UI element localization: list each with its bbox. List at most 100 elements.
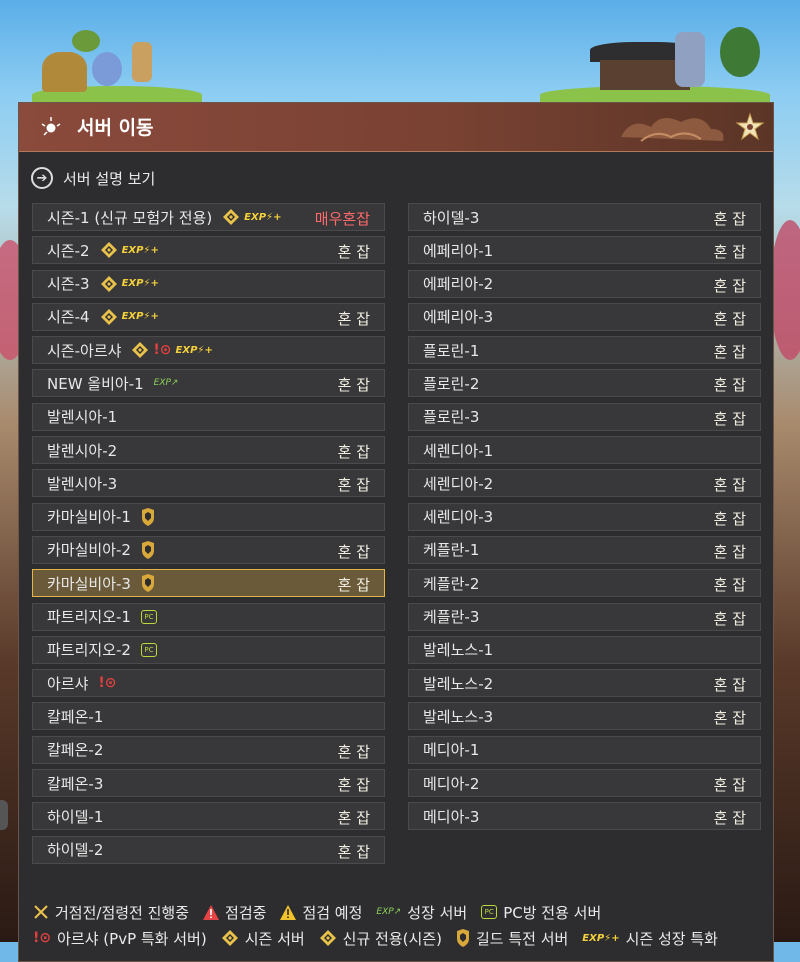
server-row[interactable]: 시즌-아르샤 !⊙ EXP⚡+ [32, 336, 385, 365]
server-row[interactable]: 카마실비아-3 혼 잡 [32, 569, 385, 598]
server-row[interactable]: 발레노스-3 혼 잡 [408, 702, 761, 731]
server-move-window: 서버 이동 ➔ 서버 설명 보기 시즌-1 (신규 모험가 전용) EXP⚡+ 매우… [18, 102, 774, 962]
server-status: 혼 잡 [713, 676, 746, 695]
server-row[interactable]: 칼페온-1 [32, 702, 385, 731]
server-name: 세렌디아-3 [423, 508, 494, 527]
server-name: 시즌-2 [47, 241, 90, 260]
server-row[interactable]: 하이델-2 혼 잡 [32, 835, 385, 864]
server-name: 하이델-3 [423, 208, 480, 227]
server-row[interactable]: 케플란-1 혼 잡 [408, 535, 761, 564]
server-name: 시즌-3 [47, 275, 90, 294]
server-row[interactable]: 발레노스-1 [408, 635, 761, 664]
server-row[interactable]: 케플란-2 혼 잡 [408, 569, 761, 598]
server-name: 카마실비아-3 [47, 574, 131, 593]
guild-icon [141, 507, 155, 526]
server-row[interactable]: 칼페온-3 혼 잡 [32, 769, 385, 798]
server-row[interactable]: 파트리지오-1 PC [32, 602, 385, 631]
server-name: 케플란-2 [423, 574, 480, 593]
server-status: 혼 잡 [337, 309, 370, 328]
server-name: 발렌시아-3 [47, 474, 118, 493]
server-status: 혼 잡 [713, 309, 746, 328]
server-row[interactable]: 시즌-3 EXP⚡+ [32, 269, 385, 298]
legend-label: 점검 예정 [302, 903, 363, 922]
server-row[interactable]: 발렌시아-3 혼 잡 [32, 469, 385, 498]
server-name: 발레노스-3 [423, 707, 494, 726]
emblem-icon[interactable] [735, 112, 765, 142]
exp-boost-icon: EXP⚡+ [175, 344, 213, 356]
tree-foliage [720, 27, 760, 77]
season-icon [100, 241, 118, 259]
server-row[interactable]: 메디아-2 혼 잡 [408, 769, 761, 798]
server-status: 혼 잡 [337, 376, 370, 395]
server-name: 칼페온-3 [47, 774, 104, 793]
server-row[interactable]: 세렌디아-1 [408, 436, 761, 465]
server-row[interactable]: 시즌-4 EXP⚡+ 혼 잡 [32, 302, 385, 331]
season-icon [131, 341, 149, 359]
server-row[interactable]: 에페리아-1 혼 잡 [408, 236, 761, 265]
server-name: 칼페온-2 [47, 741, 104, 760]
server-row[interactable]: 하이델-3 혼 잡 [408, 203, 761, 231]
server-info-link[interactable]: ➔ 서버 설명 보기 [31, 167, 155, 189]
character-mascot [92, 52, 122, 86]
legend-label: 아르샤 (PvP 특화 서버) [57, 929, 207, 948]
legend-item: EXP↗ 성장 서버 [376, 902, 467, 923]
legend-label: 시즌 성장 특화 [625, 929, 718, 948]
server-row[interactable]: 카마실비아-1 [32, 502, 385, 531]
server-row[interactable]: 아르샤 !⊙ [32, 669, 385, 698]
server-name: 에페리아-1 [423, 241, 494, 260]
server-row[interactable]: 케플란-3 혼 잡 [408, 602, 761, 631]
legend-item: 신규 전용(시즌) [319, 928, 442, 949]
server-row[interactable]: 플로린-1 혼 잡 [408, 336, 761, 365]
server-row[interactable]: 플로린-2 혼 잡 [408, 369, 761, 398]
server-row[interactable]: 메디아-3 혼 잡 [408, 802, 761, 831]
server-row[interactable]: 세렌디아-2 혼 잡 [408, 469, 761, 498]
server-status: 매우혼잡 [314, 210, 370, 228]
server-name: 발레노스-1 [423, 641, 494, 660]
pvp-icon: !⊙ [98, 675, 117, 692]
server-name: 파트리지오-2 [47, 641, 131, 660]
side-tab[interactable] [0, 800, 8, 830]
server-name: 플로린-1 [423, 341, 480, 360]
server-row[interactable]: NEW 올비아-1 EXP↗ 혼 잡 [32, 369, 385, 398]
legend-item: PC PC방 전용 서버 [481, 902, 601, 923]
server-status: 혼 잡 [713, 509, 746, 528]
server-row[interactable]: 플로린-3 혼 잡 [408, 402, 761, 431]
server-row[interactable]: 칼페온-2 혼 잡 [32, 735, 385, 764]
server-status: 혼 잡 [337, 776, 370, 795]
server-name: 파트리지오-1 [47, 608, 131, 627]
server-list-right: 하이델-3 혼 잡 에페리아-1 혼 잡 에페리아-2 혼 잡 에페리아-3 혼 잡 플로린-1… [408, 203, 761, 836]
legend-item: 시즌 서버 [221, 928, 305, 949]
server-name: 케플란-3 [423, 608, 480, 627]
server-row[interactable]: 세렌디아-3 혼 잡 [408, 502, 761, 531]
server-row[interactable]: 에페리아-3 혼 잡 [408, 302, 761, 331]
legend-item: 점검 예정 [280, 902, 362, 923]
server-status: 혼 잡 [713, 409, 746, 428]
server-name: 메디아-3 [423, 807, 480, 826]
server-status: 혼 잡 [713, 210, 746, 228]
server-name: 발렌시아-2 [47, 441, 118, 460]
server-name: 플로린-3 [423, 408, 480, 427]
server-name: NEW 올비아-1 [47, 374, 144, 393]
legend-item: EXP⚡+ 시즌 성장 특화 [582, 928, 718, 949]
server-row[interactable]: 발렌시아-2 혼 잡 [32, 436, 385, 465]
server-row[interactable]: 시즌-1 (신규 모험가 전용) EXP⚡+ 매우혼잡 [32, 203, 385, 231]
server-name: 에페리아-2 [423, 275, 494, 294]
server-icons: EXP⚡+ [100, 308, 159, 326]
server-row[interactable]: 메디아-1 [408, 735, 761, 764]
server-row[interactable]: 파트리지오-2 PC [32, 635, 385, 664]
server-row[interactable]: 발렌시아-1 [32, 402, 385, 431]
legend: 거점전/점령전 진행중 점검중 점검 예정 EXP↗ 성장 서버 PC PC방 전용 서버 … [33, 899, 726, 951]
server-name: 카마실비아-1 [47, 508, 131, 527]
server-row[interactable]: 카마실비아-2 혼 잡 [32, 535, 385, 564]
legend-label: PC방 전용 서버 [503, 903, 602, 922]
server-status: 혼 잡 [713, 376, 746, 395]
server-row[interactable]: 에페리아-2 혼 잡 [408, 269, 761, 298]
server-info-label: 서버 설명 보기 [63, 169, 156, 188]
server-row[interactable]: 하이델-1 혼 잡 [32, 802, 385, 831]
sparkle-icon [41, 117, 61, 136]
server-status: 혼 잡 [713, 809, 746, 828]
server-row[interactable]: 시즌-2 EXP⚡+ 혼 잡 [32, 236, 385, 265]
legend-label: 길드 특전 서버 [475, 929, 569, 948]
server-row[interactable]: 발레노스-2 혼 잡 [408, 669, 761, 698]
window-title: 서버 이동 [77, 117, 154, 139]
